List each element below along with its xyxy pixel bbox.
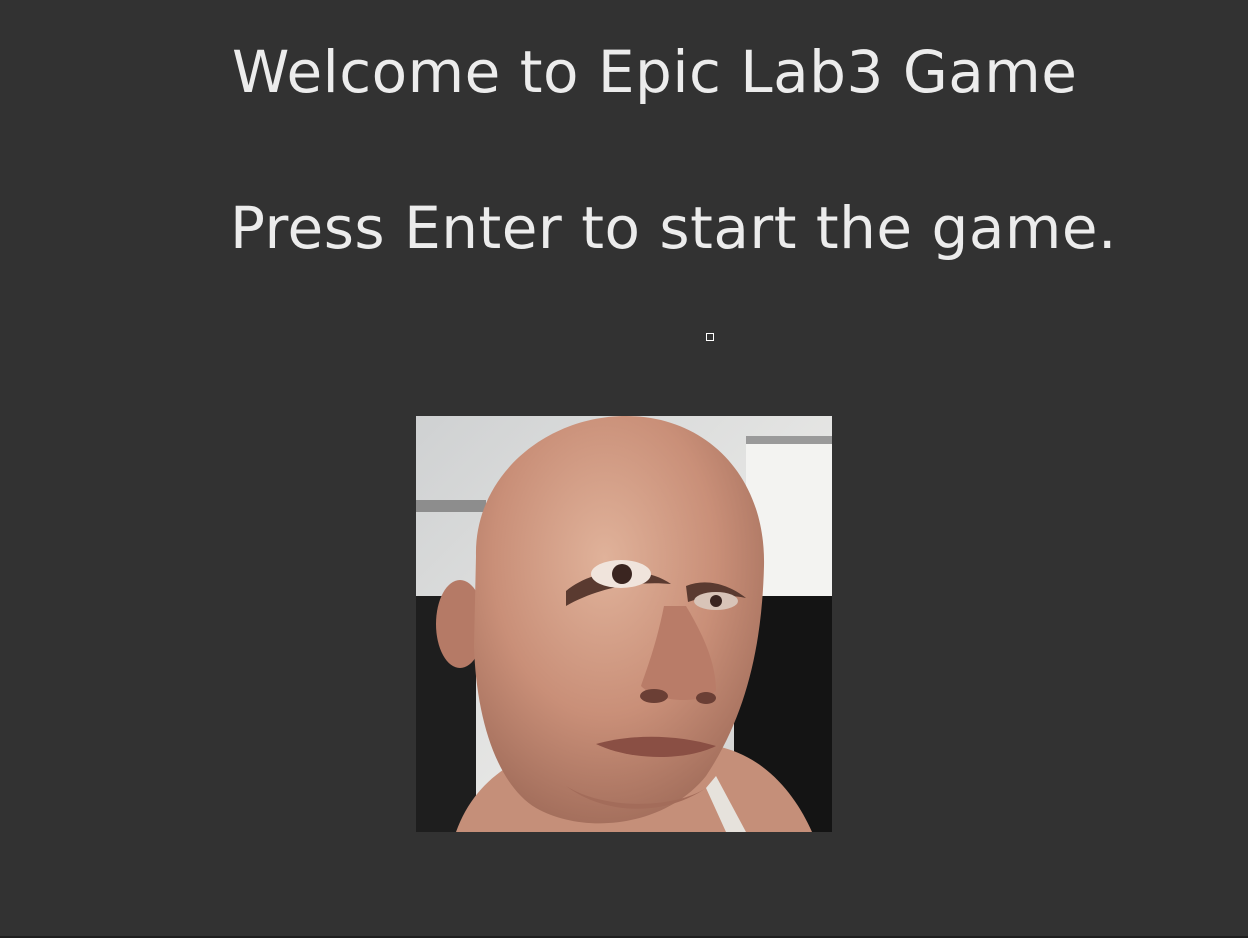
mouse-cursor-icon (706, 333, 714, 341)
portrait-image (416, 416, 832, 832)
right-nostril (696, 692, 716, 704)
left-eye-pupil (612, 564, 632, 584)
background-rail (746, 436, 832, 444)
game-title: Welcome to Epic Lab3 Game (232, 38, 1078, 106)
right-eye-pupil (710, 595, 722, 607)
start-screen: Welcome to Epic Lab3 Game Press Enter to… (0, 0, 1248, 938)
portrait-illustration (416, 416, 832, 832)
background-ledge (416, 500, 486, 512)
left-nostril (640, 689, 668, 703)
start-prompt: Press Enter to start the game. (230, 194, 1117, 262)
